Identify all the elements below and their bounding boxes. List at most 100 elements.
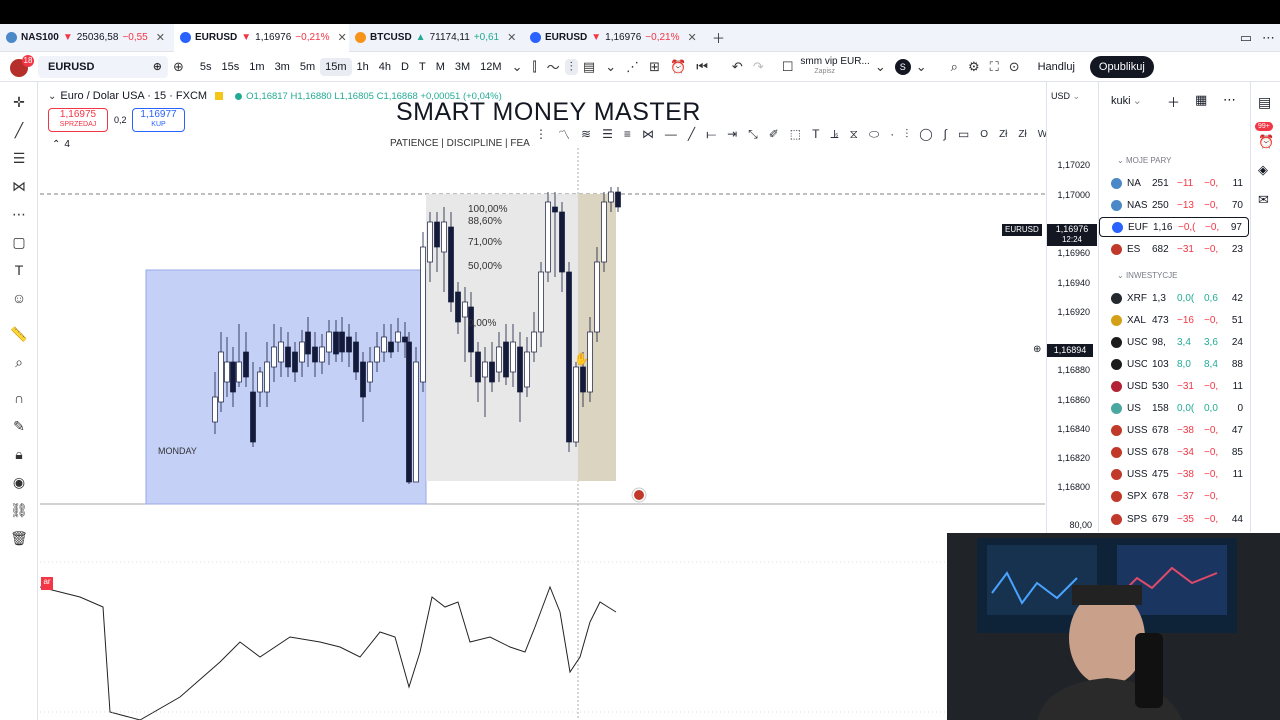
pencil-lock-icon[interactable]: ✎	[0, 412, 38, 440]
dot-icon[interactable]: ·	[890, 127, 894, 141]
shape-icon[interactable]: ▢	[0, 228, 38, 256]
watchlist-row[interactable]: USS 475 −38 −0, 11	[1099, 464, 1249, 484]
tab-close-icon[interactable]: ✕	[507, 31, 516, 44]
tab-eurusd-3[interactable]: EURUSD ▼ 1,16976 −0,21% ✕	[524, 24, 699, 52]
templates-icon[interactable]: ⌄	[600, 59, 621, 75]
tab-close-icon[interactable]: ✕	[338, 31, 347, 44]
watchlist-row[interactable]: ES 682 −31 −0, 23	[1099, 239, 1249, 259]
candles-icon[interactable]: ⫶	[564, 58, 578, 75]
magnet-icon[interactable]: ∩	[0, 384, 38, 412]
more-icon[interactable]: ⋯	[1257, 30, 1280, 46]
layout-chevron-icon[interactable]: ⌄	[870, 59, 891, 75]
watchlist-row[interactable]: US 158 0,0(0,0 0	[1099, 398, 1249, 418]
avatar[interactable]: 18	[0, 52, 34, 82]
ray-icon[interactable]: ╱	[688, 127, 695, 141]
watchlist-icon[interactable]: ▤	[1258, 94, 1271, 111]
xabcd-icon[interactable]: ⋈	[642, 127, 654, 141]
horizontal-ray-icon[interactable]: —	[665, 127, 677, 141]
watchlist-row[interactable]: USC 98, 3,4 3,6 24	[1099, 332, 1249, 352]
profile-avatar[interactable]: S	[894, 58, 911, 75]
forecast-icon[interactable]: ⋯	[0, 200, 38, 228]
interval-1h[interactable]: 1h	[352, 61, 374, 73]
zigzag-icon[interactable]: 〽	[558, 126, 570, 143]
fib-retracement-icon[interactable]: ☰	[602, 127, 613, 141]
interval-d[interactable]: D	[396, 61, 414, 73]
interval-1m[interactable]: 1m	[244, 61, 269, 73]
watchlist-row[interactable]: USS 678 −34 −0, 85	[1099, 442, 1249, 462]
watchlist-row[interactable]: USD 530 −31 −0, 11	[1099, 376, 1249, 396]
callout-icon[interactable]: ▭	[958, 127, 969, 141]
crosshair-icon[interactable]: ✛	[0, 88, 38, 116]
emoji-icon[interactable]: ☺	[0, 284, 38, 312]
fib-channel-icon[interactable]: ⧖	[850, 127, 858, 142]
table-view-icon[interactable]: ▦	[1195, 92, 1207, 108]
link-icon[interactable]: ⛓	[0, 496, 38, 524]
sell-button[interactable]: 1,16975 SPRZEDAJ	[48, 108, 108, 132]
drawing-letter-zl-1[interactable]: Zł	[999, 129, 1007, 140]
crosshair-plus-icon[interactable]: ⊕	[1033, 344, 1045, 356]
ruler-icon[interactable]: 📏	[0, 320, 38, 348]
indicators-toggle[interactable]: ⌃ 4	[52, 139, 70, 150]
add-symbol-icon[interactable]: ⊕	[153, 60, 162, 73]
watchlist-row[interactable]: XAL 473 −16 −0, 51	[1099, 310, 1249, 330]
watchlist-row[interactable]: SPX 678 −37 −0,	[1099, 486, 1249, 506]
watchlist-row[interactable]: EUF 1,16 −0,(−0, 97	[1099, 217, 1249, 237]
watchlist-name[interactable]: kuki ⌄	[1111, 94, 1142, 108]
strategy-icon[interactable]: ⋰	[621, 59, 644, 75]
group-moje-pary[interactable]: ⌄ MOJE PARY	[1117, 156, 1171, 165]
chart-area[interactable]: ⌄ Euro / Dolar USA · 15 · FXCM O1,16817 …	[40, 82, 1047, 720]
currency-selector[interactable]: USD ⌄	[1051, 91, 1080, 102]
text-tool-icon[interactable]: T	[812, 127, 819, 141]
watchlist-row[interactable]: SPS 679 −35 −0, 44	[1099, 509, 1249, 529]
add-symbol-watch-icon[interactable]: ＋	[1167, 92, 1180, 111]
redo-icon[interactable]: ↷	[748, 59, 769, 75]
undo-icon[interactable]: ↶	[727, 59, 748, 75]
group-inwestycje[interactable]: ⌄ INWESTYCJE	[1117, 271, 1178, 280]
layout-name[interactable]: smm vip EUR... Zapisz	[800, 56, 869, 77]
curve-icon[interactable]: ∫	[944, 127, 947, 141]
profile-chevron-icon[interactable]: ⌄	[911, 59, 932, 75]
interval-5s[interactable]: 5s	[195, 61, 217, 73]
chevron-down-icon[interactable]: ⌄	[507, 59, 528, 75]
checkbox-icon[interactable]: ☐	[777, 59, 799, 75]
alert-icon[interactable]: ⏰	[665, 59, 691, 75]
price-scale[interactable]: USD ⌄ 1,17020 1,17000 1,16960 1,16940 1,1692…	[1002, 82, 1098, 542]
settings-icon[interactable]: ⚙	[963, 59, 985, 75]
highlighter-icon[interactable]: ✐	[769, 127, 779, 141]
eye-icon[interactable]: ◉	[0, 468, 38, 496]
interval-3m[interactable]: 3M	[450, 61, 475, 73]
watchlist-row[interactable]: USS 678 −38 −0, 47	[1099, 420, 1249, 440]
drag-handle-icon[interactable]: ⋮	[535, 127, 547, 141]
line-type-icon[interactable]: 〜	[542, 57, 565, 76]
tab-close-icon[interactable]: ✕	[156, 31, 165, 44]
text-icon[interactable]: T	[0, 256, 38, 284]
layers-icon[interactable]: ◈	[1258, 162, 1268, 178]
regression-icon[interactable]: ≡	[624, 127, 631, 141]
drawing-letter-zl-2[interactable]: Zł	[1018, 129, 1026, 140]
trash-icon[interactable]: 🗑︎	[0, 524, 38, 552]
watchlist-row[interactable]: USC 103 8,0 8,4 88	[1099, 354, 1249, 374]
bar-type-icon[interactable]: ⫿	[527, 59, 541, 75]
interval-15s[interactable]: 15s	[217, 61, 245, 73]
layout-grid-icon[interactable]: ⊞	[644, 59, 665, 75]
volume-profile-icon[interactable]: ⫶	[905, 127, 908, 142]
camera-icon[interactable]: ⊙	[1004, 59, 1025, 75]
tab-nas100-0[interactable]: NAS100 ▼ 25036,58 −0,55 ✕	[0, 24, 174, 52]
zoom-icon[interactable]: ⌕	[0, 348, 38, 376]
chat-icon[interactable]: ✉	[1258, 192, 1269, 208]
layout-icon[interactable]: ▭	[1235, 30, 1257, 46]
replay-icon[interactable]: ⏮	[691, 59, 713, 75]
collapse-chevron-icon[interactable]: ⌄	[48, 91, 56, 102]
interval-12m[interactable]: 12M	[475, 61, 506, 73]
alerts-icon[interactable]: ⏰	[1258, 134, 1274, 150]
watchlist-row[interactable]: XRF 1,3 0,0(0,6 42	[1099, 288, 1249, 308]
watchlist-row[interactable]: NAS 250 −13 −0, 70	[1099, 195, 1249, 215]
trendline-icon[interactable]: ╱	[0, 116, 38, 144]
ellipse-icon[interactable]: ⬭	[869, 127, 879, 142]
buy-button[interactable]: 1,16977 KUP	[132, 108, 185, 132]
arrow-marker-icon[interactable]: ⇥	[727, 127, 737, 141]
add-tab-icon[interactable]: ＋	[707, 28, 730, 47]
tab-btcusd-2[interactable]: BTCUSD ▲ 71174,11 +0,61 ✕	[349, 24, 524, 52]
indicator-flag-icon[interactable]: ar	[41, 577, 53, 590]
fib-tool-icon[interactable]: ☰	[0, 144, 38, 172]
